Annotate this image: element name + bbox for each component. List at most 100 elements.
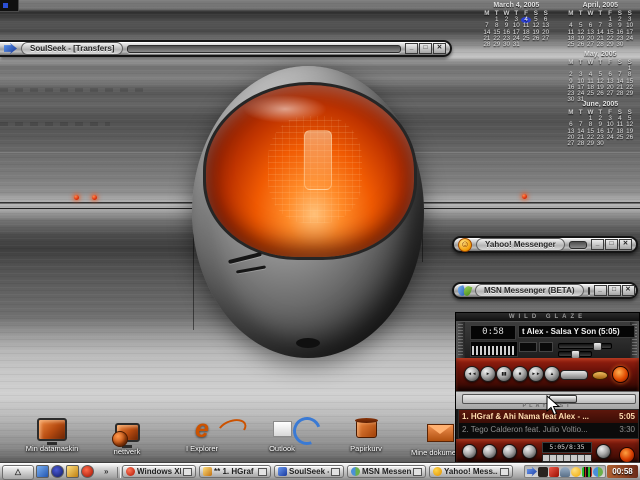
soulseek-window-title[interactable]: SoulSeek - [Transfers] <box>21 42 123 55</box>
calendar-day: 30 <box>595 141 605 147</box>
stop-button[interactable]: ■ <box>512 366 528 382</box>
user-tray-icon[interactable] <box>560 467 570 477</box>
player-logo-button[interactable] <box>612 366 629 383</box>
orb-core-graphic <box>304 130 332 190</box>
player-footer-logo[interactable] <box>619 447 635 463</box>
desktop-icon-recycle-bin[interactable]: Papirkurv <box>329 416 403 453</box>
playlist-mini-buttons[interactable] <box>542 454 592 462</box>
minimize-button[interactable]: _ <box>594 285 607 296</box>
calendar-may: May, 2005 MTWTFSS 1234567891011121314151… <box>566 51 635 104</box>
repeat-toggle[interactable] <box>592 371 608 380</box>
spectrum-analyzer[interactable] <box>470 341 518 357</box>
yahoo-messenger-window-bar[interactable]: ☺ Yahoo! Messenger _ □ ✕ <box>452 236 638 253</box>
media-player-window[interactable]: WILD GLAZE 0:58 t Alex - Salsa Y Son (5:… <box>455 312 640 462</box>
soulseek-icon <box>278 467 287 476</box>
play-button[interactable]: ► <box>480 366 496 382</box>
desktop-icon-label: nettverk <box>114 447 141 456</box>
windows-media-icon <box>126 467 135 476</box>
playlist-item-duration: 5:05 <box>619 412 635 421</box>
calendar-day: 28 <box>576 141 586 147</box>
desktop-icon-outlook[interactable]: Outlook <box>245 416 319 453</box>
blue-app-icon[interactable] <box>36 465 49 478</box>
window-mini-icon <box>183 468 192 476</box>
recycle-bin-icon <box>356 416 377 442</box>
calendar-title: June, 2005 <box>566 101 635 108</box>
next-button[interactable]: ►► <box>528 366 544 382</box>
quick-launch-overflow-chevron[interactable]: » <box>104 467 108 476</box>
calendar-day <box>615 141 625 147</box>
meter-tray-icon[interactable] <box>582 467 592 477</box>
calendar-day: 29 <box>605 42 615 48</box>
msn-icon <box>351 467 360 476</box>
seek-strip: PLAYLIST <box>456 391 639 409</box>
taskbar-button[interactable]: Windows XP ... <box>122 465 196 478</box>
eject-button[interactable]: ▲ <box>544 366 560 382</box>
player-skin-title[interactable]: WILD GLAZE <box>456 313 639 321</box>
desktop-icon-label: Papirkurv <box>350 444 382 453</box>
desktop-icon-network[interactable]: nettverk <box>90 419 164 456</box>
shuffle-toggle[interactable] <box>560 370 588 380</box>
calendar-day: 28 <box>595 42 605 48</box>
playlist-item[interactable]: 2. Tego Calderon feat. Julio Voltio... 3… <box>459 423 638 436</box>
minimize-button[interactable]: _ <box>591 239 604 250</box>
gold-pen-icon[interactable] <box>66 465 79 478</box>
yahoo-window-title[interactable]: Yahoo! Messenger <box>476 238 565 251</box>
balance-slider[interactable] <box>558 351 592 357</box>
soulseek-tray-icon[interactable] <box>527 467 537 477</box>
playlist-list-knob[interactable] <box>596 444 611 459</box>
msn-butterfly-icon <box>458 285 471 297</box>
desktop-icon-my-computer[interactable]: Min datamaskin <box>15 416 89 453</box>
wallpaper-texture <box>0 122 110 126</box>
taskbar-button[interactable]: MSN Messen... <box>347 465 426 478</box>
playlist-select-knob[interactable] <box>502 444 517 459</box>
track-title-display[interactable]: t Alex - Salsa Y Son (5:05) <box>518 325 635 338</box>
taskbar-button[interactable]: ** 1. HGraf ... <box>199 465 271 478</box>
close-button[interactable]: ✕ <box>433 43 446 54</box>
taskbar: △ » Windows XP ... ** 1. HGraf ... SoulS… <box>0 462 640 480</box>
soulseek-window-bar[interactable]: SoulSeek - [Transfers] _ □ ✕ <box>0 40 452 57</box>
calendar-day-header: M <box>566 59 576 66</box>
taskbar-button[interactable]: SoulSeek - [... <box>274 465 344 478</box>
minimize-button[interactable]: _ <box>405 43 418 54</box>
maximize-button[interactable]: □ <box>608 285 621 296</box>
playlist-add-knob[interactable] <box>462 444 477 459</box>
calendar-day <box>625 42 635 48</box>
playlist-time-display: 5:05/8:35 <box>542 442 592 453</box>
red-app-tray-icon[interactable] <box>549 467 559 477</box>
playlist-misc-knob[interactable] <box>522 444 537 459</box>
pause-button[interactable]: ▮▮ <box>496 366 512 382</box>
msn-messenger-window-bar[interactable]: MSN Messenger (BETA) _ □ ✕ <box>452 282 638 299</box>
taskbar-button[interactable]: Yahoo! Mess... <box>429 465 513 478</box>
player-time-display[interactable]: 0:58 <box>470 325 516 340</box>
yahoo-smiley-tray-icon[interactable] <box>571 467 581 477</box>
maximize-button[interactable]: □ <box>419 43 432 54</box>
close-button[interactable]: ✕ <box>619 239 632 250</box>
msn-window-title[interactable]: MSN Messenger (BETA) <box>475 284 584 297</box>
calendar-days: 1234567891011121314151617181920212223242… <box>566 116 635 147</box>
previous-button[interactable]: ◄◄ <box>464 366 480 382</box>
calendar-day-header: T <box>595 10 605 17</box>
playlist-remove-knob[interactable] <box>482 444 497 459</box>
calendar-day: 30 <box>615 42 625 48</box>
computer-icon <box>37 416 67 442</box>
desktop: March 4, 2005 MTWTFSS 123456789101112131… <box>0 0 640 480</box>
navy-app-icon[interactable] <box>51 465 64 478</box>
red-app-icon[interactable] <box>81 465 94 478</box>
camera-tray-icon[interactable] <box>538 467 548 477</box>
volume-slider[interactable] <box>558 343 612 349</box>
orb-notch <box>296 338 320 348</box>
seek-handle[interactable] <box>549 395 577 403</box>
taskbar-divider[interactable] <box>117 467 121 478</box>
msn-tray-icon[interactable] <box>593 467 603 477</box>
desktop-icon-internet-explorer[interactable]: e I Explorer <box>165 416 239 453</box>
calendar-day-header: T <box>576 10 586 17</box>
titlebar-groove <box>569 241 587 249</box>
taskbar-button-label: Yahoo! Mess... <box>444 467 498 476</box>
close-button[interactable]: ✕ <box>622 285 635 296</box>
maximize-button[interactable]: □ <box>605 239 618 250</box>
internet-explorer-icon: e <box>195 416 209 442</box>
calendar-day-header: M <box>482 10 492 17</box>
start-button[interactable]: △ <box>2 465 34 480</box>
playlist-item[interactable]: 1. HGraf & Ahi Nama feat Alex - ... 5:05 <box>459 410 638 423</box>
desktop-corner-widget <box>0 0 19 12</box>
